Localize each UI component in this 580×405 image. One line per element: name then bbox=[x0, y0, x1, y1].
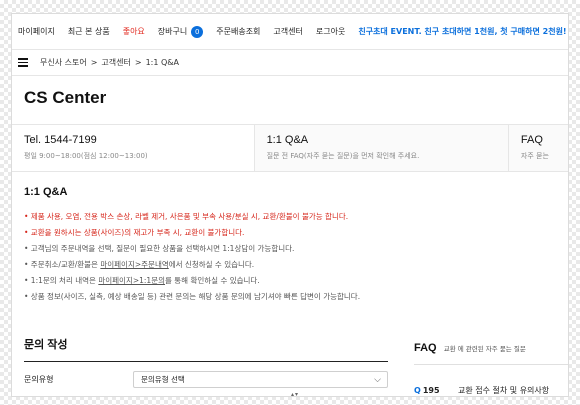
notice-text: • 주문취소/교환/환불은 bbox=[24, 260, 101, 269]
faq-q-mark: Q bbox=[414, 386, 421, 395]
bottom-section: 문의 작성 문의유형 문의유형 선택 ⌵ FAQ 교환 에 관련된 자주 묻는 … bbox=[12, 336, 568, 396]
faq-card[interactable]: FAQ 자주 묻는 bbox=[509, 125, 568, 171]
top-utility-bar: 마이페이지 최근 본 상품 좋아요 장바구니 0 주문배송조회 고객센터 로그아… bbox=[12, 14, 568, 50]
qna-card-sub: 질문 전 FAQ(자주 묻는 질문)을 먼저 확인해 주세요. bbox=[266, 152, 420, 160]
faq-panel-subtitle: 교환 에 관련된 자주 묻는 질문 bbox=[443, 345, 526, 353]
breadcrumb-bar: 무신사 스토어 > 고객센터 > 1:1 Q&A bbox=[12, 50, 568, 76]
browser-page: 마이페이지 최근 본 상품 좋아요 장바구니 0 주문배송조회 고객센터 로그아… bbox=[12, 14, 568, 396]
qna-notice-section: 1:1 Q&A • 제품 사용, 오염, 전용 박스 손상, 라벨 제거, 사은… bbox=[12, 172, 568, 302]
cs-info-cards: Tel. 1544-7199 평일 9:00~18:00(점심 12:00~13… bbox=[12, 125, 568, 172]
qna-card-title: 1:1 Q&A bbox=[266, 134, 309, 146]
notice-text: • 1:1문의 처리 내역은 bbox=[24, 276, 99, 285]
order-tracking-link[interactable]: 주문배송조회 bbox=[216, 26, 260, 37]
faq-item-text: 교환 접수 절차 및 유의사항 bbox=[458, 386, 550, 395]
inquiry-type-label: 문의유형 bbox=[24, 375, 54, 384]
notice-item: • 주문취소/교환/환불은 마이페이지>주문내역에서 신청하실 수 있습니다. bbox=[24, 260, 556, 270]
breadcrumb-separator: > bbox=[134, 58, 142, 67]
cart-label: 장바구니 bbox=[157, 27, 188, 36]
breadcrumb-store[interactable]: 무신사 스토어 bbox=[40, 57, 87, 68]
phone-card: Tel. 1544-7199 평일 9:00~18:00(점심 12:00~13… bbox=[12, 125, 255, 171]
notice-item: • 제품 사용, 오염, 전용 박스 손상, 라벨 제거, 사은품 및 부속 사… bbox=[24, 212, 349, 221]
notice-item: • 1:1문의 처리 내역은 마이페이지>1:1문의를 통해 확인하실 수 있습… bbox=[24, 276, 556, 286]
scroll-indicator: ▴▾ bbox=[291, 391, 300, 396]
cart-count-badge: 0 bbox=[191, 25, 204, 38]
faq-item[interactable]: Q 195 교환 접수 절차 및 유의사항 bbox=[414, 385, 568, 396]
inquiry-form-title: 문의 작성 bbox=[24, 336, 388, 362]
invite-event-link[interactable]: 친구초대 EVENT. 친구 초대하면 1천원, 첫 구매하면 2천원! 무제한… bbox=[358, 26, 568, 37]
notice-text: 를 통해 확인하실 수 있습니다. bbox=[165, 276, 260, 285]
phone-number: Tel. 1544-7199 bbox=[24, 134, 97, 146]
notice-item: • 고객님의 주문내역을 선택, 질문이 필요한 상품을 선택하시면 1:1상담… bbox=[24, 244, 295, 253]
notice-title: 1:1 Q&A bbox=[24, 186, 68, 198]
notice-list: • 제품 사용, 오염, 전용 박스 손상, 라벨 제거, 사은품 및 부속 사… bbox=[24, 212, 556, 302]
faq-q-num: 195 bbox=[422, 386, 440, 395]
notice-text: 에서 신청하실 수 있습니다. bbox=[168, 260, 255, 269]
chevron-down-icon: ⌵ bbox=[374, 375, 381, 385]
inquiry-type-row: 문의유형 문의유형 선택 ⌵ bbox=[24, 371, 388, 388]
faq-card-sub: 자주 묻는 bbox=[520, 152, 549, 160]
page-title: CS Center bbox=[12, 76, 568, 125]
notice-item: • 교환을 원하시는 상품(사이즈)의 재고가 부족 시, 교환이 불가합니다. bbox=[24, 228, 245, 237]
likes-link[interactable]: 좋아요 bbox=[123, 26, 145, 37]
hamburger-icon[interactable] bbox=[18, 58, 28, 67]
phone-hours: 평일 9:00~18:00(점심 12:00~13:00) bbox=[24, 152, 148, 160]
logout-link[interactable]: 로그아웃 bbox=[316, 26, 345, 37]
faq-panel-title: FAQ bbox=[414, 342, 437, 354]
breadcrumb-current: 1:1 Q&A bbox=[145, 58, 179, 67]
my-inquiries-link[interactable]: 마이페이지>1:1문의 bbox=[98, 276, 165, 285]
notice-item: • 상품 정보(사이즈, 실측, 예상 배송일 등) 관련 문의는 해당 상품 … bbox=[24, 292, 361, 301]
customer-center-link[interactable]: 고객센터 bbox=[273, 26, 302, 37]
mypage-link[interactable]: 마이페이지 bbox=[18, 26, 55, 37]
inquiry-form: 문의 작성 문의유형 문의유형 선택 ⌵ bbox=[24, 336, 388, 388]
qna-card[interactable]: 1:1 Q&A 질문 전 FAQ(자주 묻는 질문)을 먼저 확인해 주세요. bbox=[255, 125, 509, 171]
breadcrumb-customer-center[interactable]: 고객센터 bbox=[101, 57, 130, 68]
inquiry-type-select[interactable]: 문의유형 선택 ⌵ bbox=[133, 371, 388, 388]
faq-card-title: FAQ bbox=[520, 134, 543, 146]
breadcrumb-separator: > bbox=[90, 58, 98, 67]
faq-panel-header: FAQ 교환 에 관련된 자주 묻는 질문 bbox=[414, 336, 568, 365]
order-history-link[interactable]: 마이페이지>주문내역 bbox=[100, 260, 168, 269]
faq-panel: FAQ 교환 에 관련된 자주 묻는 질문 Q 195 교환 접수 절차 및 유의… bbox=[414, 336, 568, 396]
faq-item-number: Q 195 bbox=[414, 386, 458, 395]
recent-viewed-link[interactable]: 최근 본 상품 bbox=[68, 26, 110, 37]
inquiry-type-value: 문의유형 선택 bbox=[141, 375, 185, 384]
cart-link[interactable]: 장바구니 0 bbox=[157, 25, 204, 38]
